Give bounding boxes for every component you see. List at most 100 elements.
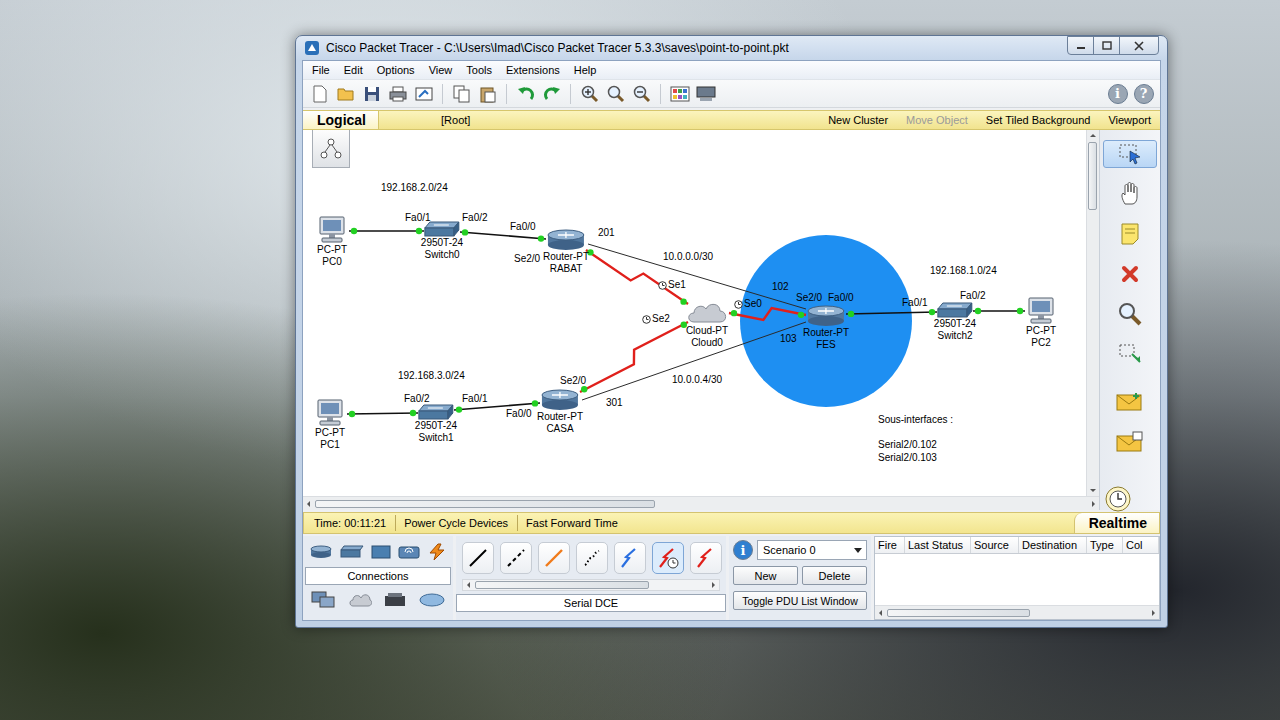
port-label: Fa0/1 <box>462 394 488 404</box>
resize-tool[interactable] <box>1115 340 1145 368</box>
scenario-button[interactable]: New <box>733 566 798 585</box>
scenario-select[interactable]: Scenario 0 <box>757 540 867 560</box>
device-switch[interactable]: 2950T-24Switch0 <box>421 221 463 261</box>
device-pc[interactable]: PC-PTPC0 <box>317 216 347 268</box>
column-header[interactable]: Last Status <box>905 537 971 553</box>
network-canvas[interactable]: 192.168.2.0/2410.0.0.0/30192.168.1.0/241… <box>303 130 1086 496</box>
redo-button[interactable] <box>540 82 563 105</box>
device-cloud[interactable]: Cloud-PTCloud0 <box>685 299 729 349</box>
scroll-right-button[interactable] <box>1088 498 1099 509</box>
minimize-button[interactable] <box>1067 36 1094 55</box>
device-router[interactable]: Router-PTFES <box>803 305 849 351</box>
open-button[interactable] <box>334 82 357 105</box>
undo-button[interactable] <box>514 82 537 105</box>
column-header[interactable]: Col <box>1123 537 1159 553</box>
paste-button[interactable] <box>476 82 499 105</box>
menu-item[interactable]: Edit <box>337 64 370 76</box>
router-category-icon[interactable] <box>309 544 333 560</box>
note-tool[interactable] <box>1115 220 1145 248</box>
note-line: Serial2/0.102 <box>878 438 953 451</box>
maximize-button[interactable] <box>1093 36 1120 55</box>
zoom-in-button[interactable] <box>578 82 601 105</box>
scroll-down-button[interactable] <box>1087 485 1098 496</box>
scroll-up-button[interactable] <box>1087 130 1098 141</box>
device-model: 2950T-24 <box>421 237 463 249</box>
connection-category-icon[interactable] <box>427 543 447 561</box>
menu-item[interactable]: File <box>305 64 337 76</box>
toggle-pdu-list-button[interactable]: Toggle PDU List Window <box>733 591 867 610</box>
connection-type-button[interactable] <box>576 542 608 574</box>
pc-icon <box>315 399 345 427</box>
wizard-button[interactable] <box>412 82 435 105</box>
column-header[interactable]: Fire <box>875 537 905 553</box>
device-pc[interactable]: PC-PTPC1 <box>315 399 345 451</box>
column-header[interactable]: Source <box>971 537 1019 553</box>
connection-type-button[interactable] <box>500 542 532 574</box>
menu-item[interactable]: Extensions <box>499 64 567 76</box>
zoom-tool[interactable] <box>1115 300 1145 328</box>
connection-type-button[interactable] <box>690 542 722 574</box>
time-action[interactable]: Fast Forward Time <box>526 517 627 529</box>
connections-scrollbar[interactable] <box>462 579 720 591</box>
simple-pdu-tool[interactable] <box>1115 388 1145 416</box>
zoom-in-icon <box>581 85 599 103</box>
custom-category-icon[interactable] <box>384 592 406 608</box>
menu-item[interactable]: Options <box>370 64 422 76</box>
scroll-thumb[interactable] <box>475 581 649 589</box>
info-button[interactable]: i <box>1106 82 1129 105</box>
logical-view-button[interactable] <box>312 130 350 168</box>
help-button[interactable]: ? <box>1132 82 1155 105</box>
vertical-scrollbar[interactable] <box>1086 130 1099 496</box>
logical-tab[interactable]: Logical <box>303 111 379 129</box>
device-switch[interactable]: 2950T-24Switch2 <box>934 302 976 342</box>
clock-icon <box>642 315 651 324</box>
connection-type-button[interactable] <box>652 542 684 574</box>
horizontal-scrollbar[interactable] <box>303 496 1099 510</box>
palette-button[interactable] <box>668 82 691 105</box>
menu-item[interactable]: Tools <box>459 64 499 76</box>
realtime-tab[interactable]: Realtime <box>1074 513 1159 533</box>
column-header[interactable]: Type <box>1087 537 1123 553</box>
connection-type-button[interactable] <box>614 542 646 574</box>
select-tool[interactable] <box>1103 140 1157 168</box>
close-button[interactable] <box>1119 36 1159 55</box>
zoom-out-button[interactable] <box>630 82 653 105</box>
menu-item[interactable]: Help <box>567 64 604 76</box>
port-label: Se2/0 <box>796 293 822 303</box>
menu-item[interactable]: View <box>422 64 460 76</box>
device-router[interactable]: Router-PTCASA <box>537 389 583 435</box>
delete-tool[interactable] <box>1115 260 1145 288</box>
zoom-reset-button[interactable] <box>604 82 627 105</box>
scroll-thumb[interactable] <box>887 609 1030 617</box>
new-button[interactable] <box>308 82 331 105</box>
pdu-list-scrollbar[interactable] <box>875 605 1159 619</box>
hub-category-icon[interactable] <box>371 544 391 560</box>
note[interactable]: Sous-interfaces :Serial2/0.102Serial2/0.… <box>878 413 953 464</box>
device-router[interactable]: Router-PTRABAT <box>543 229 589 275</box>
time-action[interactable]: Power Cycle Devices <box>404 517 517 529</box>
device-switch[interactable]: 2950T-24Switch1 <box>415 404 457 444</box>
switch-category-icon[interactable] <box>340 545 364 559</box>
workspace-action[interactable]: Viewport <box>1099 114 1160 126</box>
workspace-action[interactable]: Set Tiled Background <box>977 114 1100 126</box>
device-pc[interactable]: PC-PTPC2 <box>1026 297 1056 349</box>
scroll-thumb[interactable] <box>315 500 655 508</box>
multiuser-category-icon[interactable] <box>419 592 445 608</box>
complex-pdu-tool[interactable] <box>1115 428 1145 456</box>
scroll-left-button[interactable] <box>303 498 314 509</box>
column-header[interactable]: Destination <box>1019 537 1087 553</box>
toolbar: i? <box>303 80 1160 108</box>
scenario-button[interactable]: Delete <box>802 566 867 585</box>
wan-category-icon[interactable] <box>348 592 372 608</box>
hand-tool[interactable] <box>1115 180 1145 208</box>
copy-button[interactable] <box>450 82 473 105</box>
print-button[interactable] <box>386 82 409 105</box>
end-device-category-icon[interactable] <box>311 591 335 609</box>
scroll-thumb[interactable] <box>1088 142 1097 210</box>
workspace-action[interactable]: New Cluster <box>819 114 897 126</box>
save-button[interactable] <box>360 82 383 105</box>
custom-device-button[interactable] <box>694 82 717 105</box>
connection-type-button[interactable] <box>462 542 494 574</box>
connection-type-button[interactable] <box>538 542 570 574</box>
wireless-category-icon[interactable] <box>398 544 420 560</box>
